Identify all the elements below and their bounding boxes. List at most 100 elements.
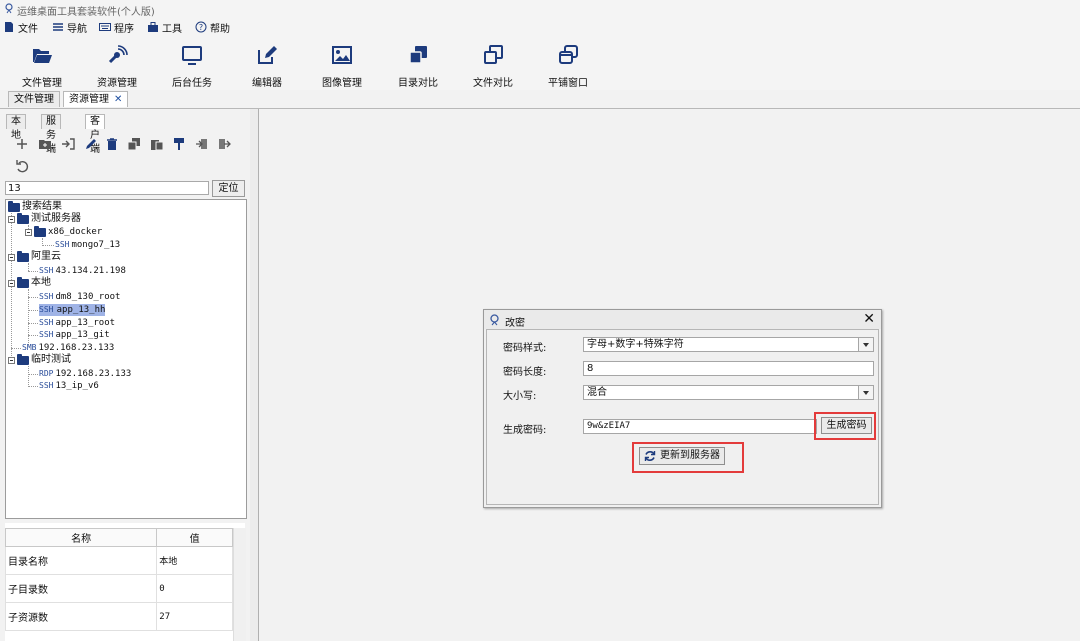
column-header-value[interactable]: 值 bbox=[156, 528, 233, 547]
subtab-local[interactable]: 本地 bbox=[6, 114, 26, 141]
folder-icon bbox=[17, 212, 29, 224]
chevron-down-icon[interactable] bbox=[858, 338, 873, 351]
table-row: 目录名称 本地 bbox=[4, 546, 233, 575]
tree-connector bbox=[28, 263, 29, 271]
windows-icon bbox=[559, 45, 578, 64]
search-input[interactable]: 13 bbox=[5, 181, 209, 195]
tree-node-folder[interactable]: 阿里云 bbox=[8, 250, 61, 263]
tree-node-label: 192.168.23.133 bbox=[38, 343, 115, 353]
edit-icon bbox=[258, 46, 277, 64]
panel-splitter[interactable] bbox=[5, 523, 245, 527]
ssh-protocol-badge: SSH bbox=[55, 240, 70, 249]
folder-icon bbox=[8, 200, 20, 212]
resource-panel: 本地 服务端 客户端 13 定位 搜索结果 测试服务器 x86_docker S… bbox=[0, 109, 250, 641]
tree-node-resource[interactable]: SSH app_13_root bbox=[39, 317, 115, 329]
toolbar-tile-windows-label: 平铺窗口 bbox=[548, 78, 588, 89]
generated-password-input[interactable]: 9w&zEIA7 bbox=[583, 419, 817, 434]
letter-case-value: 混合 bbox=[587, 387, 607, 398]
tab-resource-manager[interactable]: 资源管理 ✕ bbox=[63, 91, 129, 107]
tree-node-resource[interactable]: RDP 192.168.23.133 bbox=[39, 368, 131, 380]
tree-connector bbox=[11, 348, 21, 349]
tree-node-folder[interactable]: x86_docker bbox=[25, 225, 102, 238]
close-icon[interactable]: ✕ bbox=[863, 311, 875, 327]
toolbar-resource-manager-button[interactable]: 资源管理 bbox=[82, 42, 152, 89]
letter-case-select[interactable]: 混合 bbox=[583, 385, 874, 400]
paste-icon[interactable] bbox=[150, 137, 164, 151]
subtab-server[interactable]: 服务端 bbox=[41, 114, 61, 155]
clone-outline-icon bbox=[484, 45, 503, 64]
collapse-icon[interactable] bbox=[8, 356, 15, 364]
tree-node-label: app_13_hh bbox=[56, 305, 106, 315]
menu-program[interactable]: 程序 bbox=[99, 20, 134, 35]
dialog-title-bar[interactable]: 改密 ✕ bbox=[484, 310, 881, 329]
toolbar-tile-windows-button[interactable]: 平铺窗口 bbox=[533, 42, 603, 89]
update-to-server-button[interactable]: 更新到服务器 bbox=[639, 447, 725, 465]
toolbar-file-manager-button[interactable]: 文件管理 bbox=[7, 42, 77, 89]
folder-icon bbox=[34, 225, 46, 237]
tree-connector bbox=[28, 323, 38, 324]
tree-node-resource-selected[interactable]: SSH app_13_hh bbox=[39, 304, 106, 316]
menu-program-label: 程序 bbox=[114, 23, 134, 35]
chevron-down-icon[interactable] bbox=[858, 386, 873, 399]
tree-node-resource[interactable]: SSH 13_ip_v6 bbox=[39, 380, 99, 392]
toolbox-icon bbox=[148, 22, 158, 32]
subtab-client[interactable]: 客户端 bbox=[85, 114, 105, 155]
toolbar-dir-compare-button[interactable]: 目录对比 bbox=[383, 42, 453, 89]
vertical-scrollbar[interactable] bbox=[233, 528, 246, 641]
menu-navigation[interactable]: 导航 bbox=[52, 20, 87, 35]
locate-button[interactable]: 定位 bbox=[212, 180, 245, 197]
toolbar-image-manager-button[interactable]: 图像管理 bbox=[307, 42, 377, 89]
password-style-select[interactable]: 字母+数字+特殊字符 bbox=[583, 337, 874, 352]
tree-node-resource[interactable]: SSH 43.134.21.198 bbox=[39, 265, 126, 277]
table-cell-name: 子目录数 bbox=[4, 574, 158, 603]
tab-file-manager[interactable]: 文件管理 bbox=[8, 91, 60, 107]
tree-node-folder[interactable]: 搜索结果 bbox=[8, 200, 62, 213]
add-icon[interactable] bbox=[15, 137, 29, 151]
copy-icon[interactable] bbox=[127, 137, 141, 151]
menu-help[interactable]: ? 帮助 bbox=[195, 20, 230, 35]
properties-table: 名称 值 目录名称 本地 子目录数 0 子资源数 27 bbox=[4, 523, 246, 641]
column-header-name[interactable]: 名称 bbox=[4, 528, 158, 547]
tree-node-resource[interactable]: SSH mongo7_13 bbox=[55, 239, 120, 251]
menu-file[interactable]: 文件 bbox=[3, 20, 38, 35]
collapse-icon[interactable] bbox=[25, 228, 32, 236]
tree-connector bbox=[28, 335, 38, 336]
tree-node-resource[interactable]: SSH dm8_130_root bbox=[39, 291, 120, 303]
toolbar-background-tasks-button[interactable]: 后台任务 bbox=[157, 42, 227, 89]
pencil-icon[interactable] bbox=[84, 137, 98, 151]
table-cell-name: 目录名称 bbox=[4, 546, 158, 575]
menu-tools-label: 工具 bbox=[162, 23, 182, 35]
menu-tools[interactable]: 工具 bbox=[147, 20, 182, 35]
tree-node-folder[interactable]: 临时测试 bbox=[8, 353, 71, 366]
tree-node-folder[interactable]: 本地 bbox=[8, 276, 51, 289]
tab-file-manager-label: 文件管理 bbox=[14, 94, 54, 105]
paint-icon[interactable] bbox=[172, 137, 186, 151]
tree-node-resource[interactable]: SSH app_13_git bbox=[39, 329, 110, 341]
toolbar-editor-button[interactable]: 编辑器 bbox=[232, 42, 302, 89]
tree-node-resource[interactable]: SMB 192.168.23.133 bbox=[22, 342, 114, 354]
tree-node-folder[interactable]: 测试服务器 bbox=[8, 212, 81, 225]
generate-password-button[interactable]: 生成密码 bbox=[821, 417, 872, 434]
toolbar-dir-compare-label: 目录对比 bbox=[398, 78, 438, 89]
folder-icon bbox=[17, 276, 29, 288]
move-out-icon[interactable] bbox=[217, 137, 231, 151]
collapse-icon[interactable] bbox=[8, 215, 15, 223]
collapse-icon[interactable] bbox=[8, 253, 15, 261]
collapse-icon[interactable] bbox=[8, 279, 15, 287]
tree-connector bbox=[28, 366, 29, 387]
add-folder-icon[interactable] bbox=[38, 137, 52, 151]
trash-icon[interactable] bbox=[105, 137, 119, 151]
tree-node-label: 43.134.21.198 bbox=[55, 266, 126, 276]
toolbar-editor-label: 编辑器 bbox=[252, 78, 282, 89]
close-tab-icon[interactable]: ✕ bbox=[114, 94, 122, 105]
password-length-input[interactable]: 8 bbox=[583, 361, 874, 376]
import-icon[interactable] bbox=[61, 137, 75, 151]
move-in-icon[interactable] bbox=[195, 137, 209, 151]
ssh-protocol-badge: SSH bbox=[39, 381, 54, 390]
table-row: 子目录数 0 bbox=[4, 574, 233, 603]
toolbar-file-compare-button[interactable]: 文件对比 bbox=[458, 42, 528, 89]
undo-icon[interactable] bbox=[15, 159, 29, 173]
tree-connector bbox=[28, 297, 38, 298]
panel-divider[interactable] bbox=[250, 109, 258, 641]
resource-tree[interactable]: 搜索结果 测试服务器 x86_docker SSH mongo7_13 阿里云 S… bbox=[5, 199, 247, 519]
